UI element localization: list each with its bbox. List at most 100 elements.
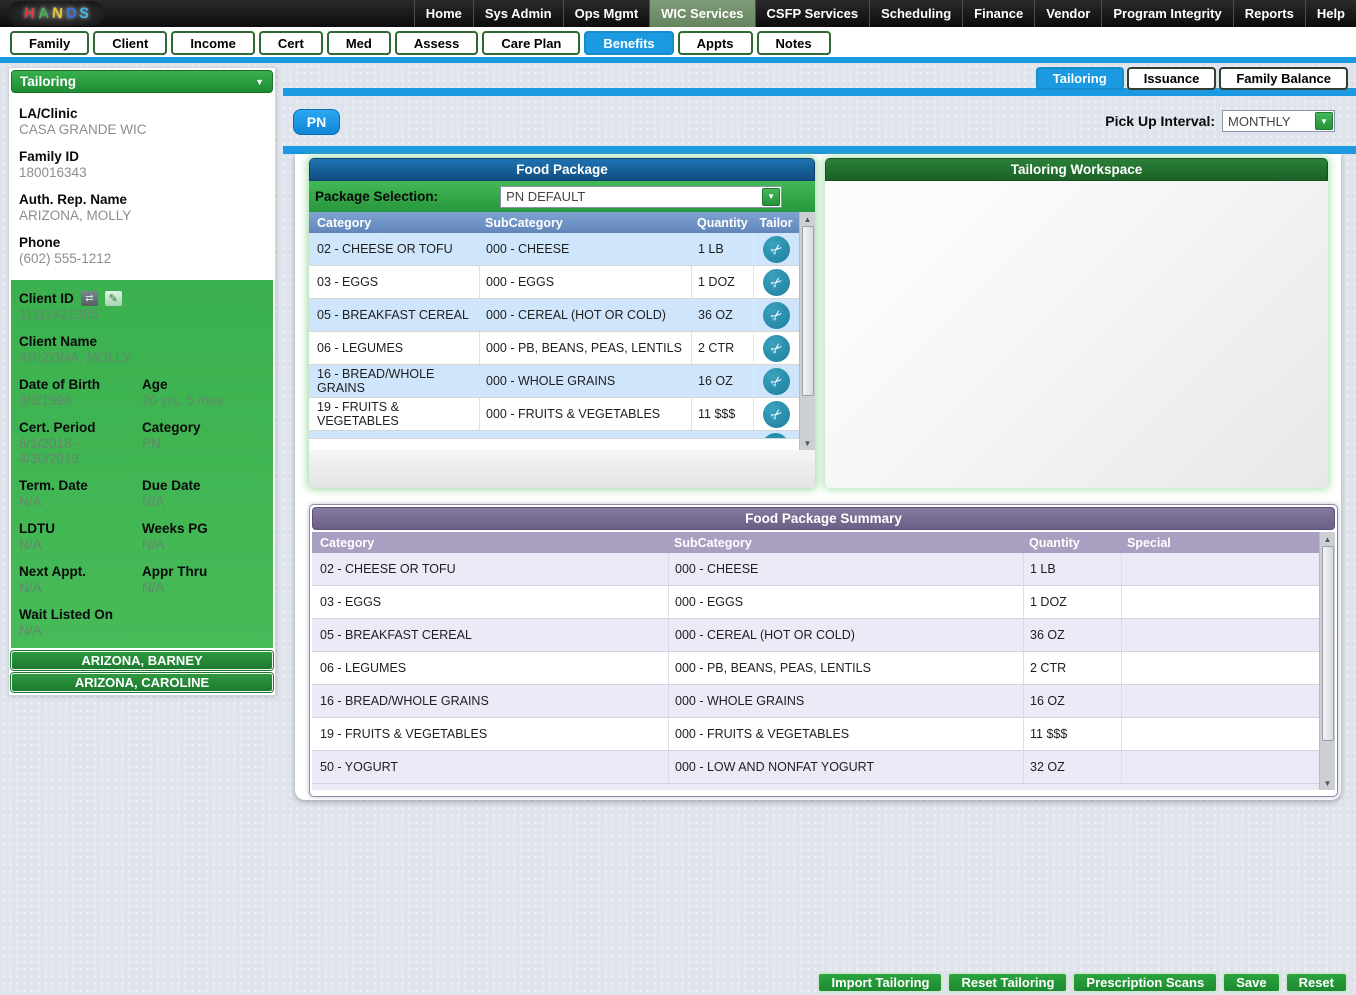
tailor-scissors-button[interactable]: [763, 236, 790, 263]
action-button[interactable]: Reset Tailoring: [947, 972, 1068, 993]
top-nav-item[interactable]: Finance: [962, 0, 1034, 27]
view-tab[interactable]: Family Balance: [1219, 67, 1348, 90]
module-tab[interactable]: Client: [93, 31, 167, 55]
scroll-up-icon[interactable]: [804, 212, 812, 226]
info-field: LA/Clinic CASA GRANDE WIC: [19, 106, 265, 137]
summary-row: 03 - EGGS 000 - EGGS 1 DOZ: [312, 586, 1319, 619]
top-nav-item[interactable]: Help: [1305, 0, 1356, 27]
top-nav-item[interactable]: Vendor: [1034, 0, 1101, 27]
main-content-panel: Food Package Package Selection: PN DEFAU…: [295, 154, 1341, 800]
field-value: N/A: [19, 537, 138, 552]
category-cell: 16 - BREAD/WHOLE GRAINS: [312, 685, 668, 717]
special-cell: [1121, 553, 1319, 585]
food-package-row: 05 - BREAKFAST CEREAL 000 - CEREAL (HOT …: [309, 299, 799, 332]
chevron-down-icon: [255, 77, 264, 87]
tailor-scissors-button[interactable]: [763, 368, 790, 395]
scroll-thumb[interactable]: [802, 226, 814, 396]
quantity-cell: 36 OZ: [691, 299, 753, 331]
edit-client-icon[interactable]: ✎: [105, 291, 122, 306]
quantity-cell: 16 OZ: [691, 365, 753, 397]
field-value: (602) 555-1212: [19, 251, 265, 266]
top-nav-item[interactable]: Program Integrity: [1101, 0, 1232, 27]
quantity-cell: 16 OZ: [1023, 685, 1121, 717]
package-selection-select[interactable]: PN DEFAULT: [500, 186, 782, 208]
field-label: Auth. Rep. Name: [19, 192, 265, 207]
swap-client-icon[interactable]: ⇄: [81, 291, 98, 306]
subcategory-cell: 000 - EGGS: [668, 586, 1023, 618]
module-tab[interactable]: Med: [327, 31, 391, 55]
food-package-scrollbar[interactable]: [799, 212, 815, 450]
subcategory-cell: 000 - EGGS: [479, 266, 691, 298]
top-nav-item[interactable]: CSFP Services: [755, 0, 870, 27]
field-label: Family ID: [19, 149, 265, 164]
tailor-scissors-button[interactable]: [763, 302, 790, 329]
category-cell: 06 - LEGUMES: [309, 332, 479, 364]
tailor-scissors-button[interactable]: [763, 335, 790, 362]
family-member-button[interactable]: ARIZONA, BARNEY: [11, 651, 273, 670]
section-selector-label: Tailoring: [20, 74, 76, 89]
top-nav-item[interactable]: Ops Mgmt: [563, 0, 650, 27]
module-tab[interactable]: Family: [10, 31, 89, 55]
module-tab[interactable]: Notes: [757, 31, 831, 55]
module-tab[interactable]: Cert: [259, 31, 323, 55]
scroll-down-icon[interactable]: [1324, 776, 1332, 790]
field-label: LDTU: [19, 521, 138, 536]
pickup-interval-value: MONTHLY: [1228, 114, 1291, 129]
top-nav-item[interactable]: Sys Admin: [473, 0, 563, 27]
column-header: SubCategory: [479, 216, 691, 230]
logo-letter: H: [23, 5, 35, 23]
section-selector-dropdown[interactable]: Tailoring: [11, 70, 273, 93]
module-tabs: FamilyClientIncomeCertMedAssessCare Plan…: [10, 31, 831, 55]
top-nav-item[interactable]: Reports: [1233, 0, 1305, 27]
family-member-button[interactable]: ARIZONA, CAROLINE: [11, 673, 273, 692]
view-tab[interactable]: Issuance: [1127, 67, 1217, 90]
pickup-interval-select[interactable]: MONTHLY: [1222, 110, 1335, 132]
module-tab[interactable]: Assess: [395, 31, 479, 55]
client-name-value: ARIZONA, MOLLY: [19, 350, 265, 365]
scroll-up-icon[interactable]: [1324, 532, 1332, 546]
action-button[interactable]: Save: [1222, 972, 1280, 993]
quantity-cell: 1 DOZ: [1023, 586, 1121, 618]
food-package-row: 02 - CHEESE OR TOFU 000 - CHEESE 1 LB: [309, 233, 799, 266]
view-tab[interactable]: Tailoring: [1036, 67, 1124, 90]
field-pair: Cert. Period 6/1/2018 - 4/30/2019 Catego…: [19, 420, 265, 466]
summary-row: 06 - LEGUMES 000 - PB, BEANS, PEAS, LENT…: [312, 652, 1319, 685]
summary-row: 19 - FRUITS & VEGETABLES 000 - FRUITS & …: [312, 718, 1319, 751]
module-tab[interactable]: Care Plan: [482, 31, 580, 55]
subcategory-cell: 000 - WHOLE GRAINS: [479, 365, 691, 397]
quantity-cell: 11 $$$: [691, 398, 753, 430]
view-tabs: TailoringIssuanceFamily Balance: [1036, 67, 1348, 90]
module-tab[interactable]: Benefits: [584, 31, 673, 55]
scroll-thumb[interactable]: [1322, 546, 1334, 741]
dropdown-arrow-icon[interactable]: [762, 188, 780, 206]
column-header: Tailor: [753, 216, 799, 230]
action-button[interactable]: Reset: [1285, 972, 1348, 993]
module-tab[interactable]: Appts: [678, 31, 753, 55]
tailor-scissors-button[interactable]: [763, 269, 790, 296]
field-label: Next Appt.: [19, 564, 138, 579]
action-button[interactable]: Prescription Scans: [1072, 972, 1218, 993]
scroll-down-icon[interactable]: [804, 436, 812, 450]
module-tab[interactable]: Income: [171, 31, 255, 55]
client-info-section: Client ID ⇄ ✎ 11111421385 Client Name AR…: [11, 280, 273, 648]
food-package-row: 19 - FRUITS & VEGETABLES 000 - FRUITS & …: [309, 398, 799, 431]
category-chip[interactable]: PN: [293, 109, 340, 135]
action-button[interactable]: Import Tailoring: [817, 972, 943, 993]
top-nav-item[interactable]: Scheduling: [869, 0, 962, 27]
category-cell: 05 - BREAKFAST CEREAL: [312, 619, 668, 651]
summary-scrollbar[interactable]: [1319, 532, 1335, 790]
package-selection-label: Package Selection:: [315, 189, 438, 204]
tailor-scissors-button[interactable]: [763, 401, 790, 428]
field-value: 20 yrs, 5 mos: [142, 393, 261, 408]
subcategory-cell: 000 - LOW AND NONFAT YOGURT: [668, 751, 1023, 783]
package-selection-row: Package Selection: PN DEFAULT: [309, 181, 815, 212]
top-nav-item[interactable]: Home: [414, 0, 473, 27]
divider-bar: [283, 146, 1356, 154]
logo-letter: S: [79, 5, 90, 23]
subcategory-cell: 000 - PB, BEANS, PEAS, LENTILS: [668, 652, 1023, 684]
dropdown-arrow-icon[interactable]: [1315, 112, 1333, 130]
field-value: N/A: [19, 494, 138, 509]
field-label: Weeks PG: [142, 521, 261, 536]
field-value: N/A: [142, 494, 261, 509]
top-nav-item[interactable]: WIC Services: [649, 0, 754, 27]
